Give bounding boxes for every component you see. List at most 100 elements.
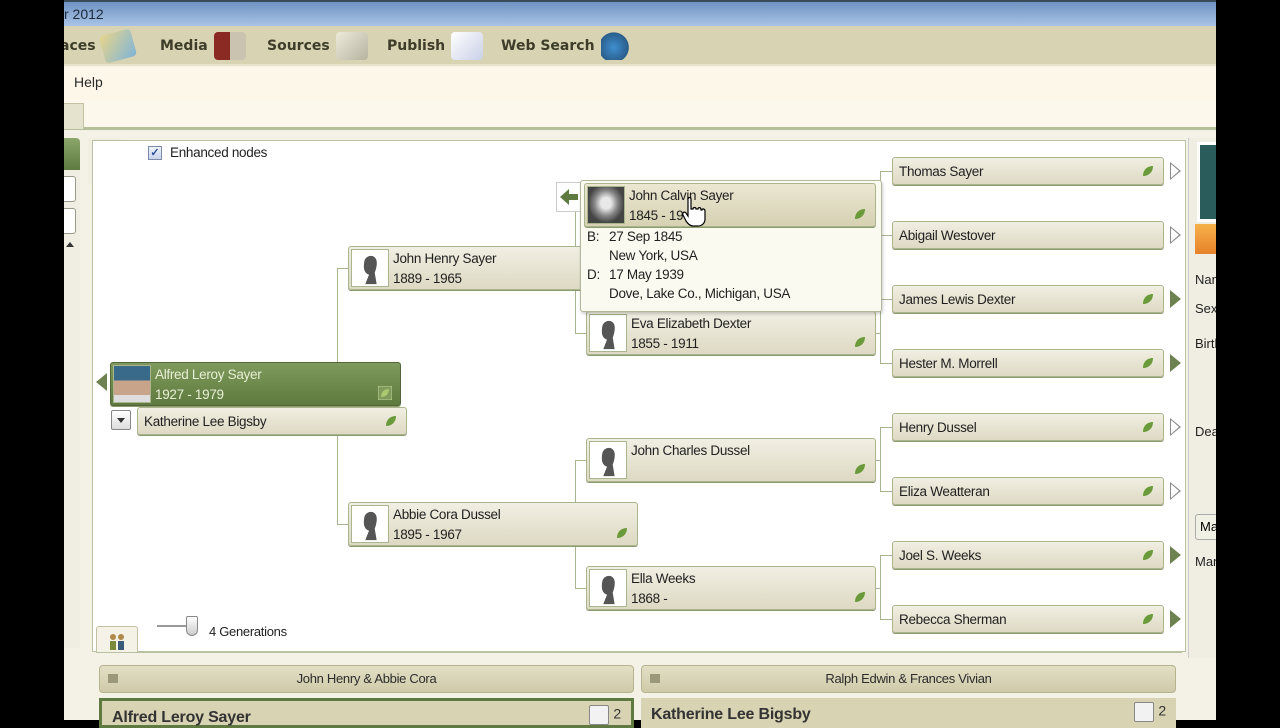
menu-bar: Help	[64, 67, 1216, 103]
death-field-label: Dea	[1195, 424, 1216, 439]
connector-line	[876, 333, 881, 334]
marriage-field-label: Mar	[1195, 554, 1216, 569]
leaf-hint-icon[interactable]	[853, 207, 867, 221]
menu-help[interactable]: Help	[74, 74, 103, 90]
person-years: 1889 - 1965	[393, 271, 462, 286]
children-count-badge: 2	[1134, 702, 1166, 722]
birth-place: New York, USA	[609, 248, 698, 263]
publish-book-icon	[451, 32, 484, 60]
connector-line	[880, 363, 892, 364]
mother-node[interactable]: Abbie Cora Dussel 1895 - 1967	[348, 502, 638, 546]
toolbar-web-search-button[interactable]: Web Search	[501, 30, 633, 62]
root-person-node[interactable]: Alfred Leroy Sayer 1927 - 1979	[110, 362, 401, 406]
great-grandparent-node[interactable]: Joel S. Weeks	[892, 541, 1164, 569]
connector-line	[876, 460, 881, 461]
leaf-hint-icon[interactable]	[1141, 484, 1155, 498]
death-date: 17 May 1939	[609, 267, 684, 282]
leaf-hint-icon[interactable]	[853, 590, 867, 604]
person-card-right[interactable]: Katherine Lee Bigsby 2	[641, 698, 1176, 728]
expand-ancestors-arrow-icon[interactable]	[1170, 546, 1181, 564]
left-panel-header[interactable]	[64, 138, 80, 170]
paternal-grandmother-node[interactable]: Eva Elizabeth Dexter 1855 - 1911	[586, 311, 876, 355]
parents-label: Ralph Edwin & Frances Vivian	[825, 671, 992, 686]
leaf-hint-icon[interactable]	[853, 335, 867, 349]
enhanced-nodes-checkbox[interactable]: ✓	[148, 146, 162, 160]
great-grandparent-node[interactable]: James Lewis Dexter	[892, 285, 1164, 313]
pedigree-view-tab[interactable]	[96, 626, 138, 652]
leaf-hint-icon[interactable]	[1141, 548, 1155, 562]
view-tab[interactable]	[64, 103, 84, 129]
person-photo	[587, 186, 625, 224]
avatar-icon	[589, 705, 610, 725]
sex-field-label: Sex	[1195, 301, 1216, 316]
toolbar-places-button[interactable]: aces	[64, 28, 137, 64]
hand-cursor-icon	[682, 197, 706, 227]
leaf-hint-icon[interactable]	[615, 526, 629, 540]
right-details-panel: Nam Sex Birth Dea Ma Mar	[1188, 138, 1216, 658]
maternal-grandmother-node[interactable]: Ella Weeks 1868 -	[586, 566, 876, 610]
spouse-node[interactable]: Katherine Lee Bigsby	[137, 407, 407, 435]
children-count: 2	[1158, 702, 1166, 719]
person-card-left[interactable]: Alfred Leroy Sayer 2	[99, 698, 634, 728]
expand-ancestors-arrow-icon[interactable]	[1170, 610, 1181, 628]
paternal-grandfather-node[interactable]: John Calvin Sayer 1845 - 19	[584, 183, 876, 227]
maternal-grandfather-node[interactable]: John Charles Dussel	[586, 438, 876, 482]
toolbar-media-button[interactable]: Media	[160, 30, 246, 62]
connector-line	[880, 427, 892, 428]
media-books-icon	[213, 32, 246, 60]
leaf-hint-icon[interactable]	[853, 462, 867, 476]
children-count: 2	[613, 705, 621, 722]
person-years: 1845 - 19	[629, 208, 684, 223]
navigate-back-button[interactable]	[556, 182, 582, 212]
family-icon	[110, 634, 124, 650]
name-field-label: Nam	[1195, 272, 1216, 287]
death-place: Dove, Lake Co., Michigan, USA	[609, 286, 791, 301]
parents-label: John Henry & Abbie Cora	[296, 671, 437, 686]
leaf-hint-icon[interactable]	[378, 386, 392, 400]
person-years: 1855 - 1911	[631, 336, 699, 351]
generations-slider-thumb[interactable]	[186, 616, 198, 636]
parents-family-button-right[interactable]: Ralph Edwin & Frances Vivian	[641, 665, 1176, 693]
expand-ancestors-arrow-icon[interactable]	[1170, 482, 1181, 500]
navigate-child-arrow-icon[interactable]	[96, 373, 107, 391]
great-grandparent-node[interactable]: Thomas Sayer	[892, 157, 1164, 185]
leaf-hint-icon[interactable]	[1141, 164, 1155, 178]
toolbar-publish-label: Publish	[387, 38, 446, 54]
expand-ancestors-arrow-icon[interactable]	[1170, 162, 1181, 180]
great-grandparent-node[interactable]: Rebecca Sherman	[892, 605, 1164, 633]
leaf-hint-icon[interactable]	[1141, 356, 1155, 370]
person-photo	[1197, 142, 1216, 222]
edit-person-button[interactable]	[1195, 224, 1216, 254]
expand-ancestors-arrow-icon[interactable]	[1170, 226, 1181, 244]
view-tab-strip	[64, 100, 1216, 130]
leaf-hint-icon[interactable]	[1141, 292, 1155, 306]
toolbar-media-label: Media	[160, 38, 208, 54]
leaf-hint-icon[interactable]	[1141, 420, 1155, 434]
sources-scroll-icon	[335, 32, 368, 60]
expand-ancestors-arrow-icon[interactable]	[1170, 418, 1181, 436]
leaf-hint-icon[interactable]	[1141, 612, 1155, 626]
birth-date-row: B: 27 Sep 1845	[587, 229, 683, 244]
connector-line	[876, 588, 881, 589]
marriage-button[interactable]: Ma	[1195, 514, 1216, 540]
leaf-hint-icon[interactable]	[384, 414, 398, 428]
scroll-up-icon[interactable]	[66, 242, 74, 247]
left-panel-button-1[interactable]	[64, 176, 76, 202]
expand-ancestors-arrow-icon[interactable]	[1170, 354, 1181, 372]
great-grandparent-node[interactable]: Abigail Westover	[892, 221, 1164, 249]
expand-ancestors-arrow-icon[interactable]	[1170, 290, 1181, 308]
silhouette-icon	[589, 441, 627, 479]
connector-line	[880, 619, 892, 620]
great-grandparent-node[interactable]: Hester M. Morrell	[892, 349, 1164, 377]
toolbar-publish-button[interactable]: Publish	[387, 30, 484, 62]
birth-date: 27 Sep 1845	[609, 229, 683, 244]
spouse-dropdown-button[interactable]	[111, 410, 131, 430]
birth-label: B:	[587, 229, 600, 244]
left-panel-button-2[interactable]	[64, 208, 76, 234]
title-bar: r 2012	[64, 0, 1216, 26]
toolbar-sources-button[interactable]: Sources	[267, 30, 368, 62]
great-grandparent-node[interactable]: Henry Dussel	[892, 413, 1164, 441]
great-grandparent-node[interactable]: Eliza Weatteran	[892, 477, 1164, 505]
parents-family-button-left[interactable]: John Henry & Abbie Cora	[99, 665, 634, 693]
silhouette-icon	[589, 314, 627, 352]
